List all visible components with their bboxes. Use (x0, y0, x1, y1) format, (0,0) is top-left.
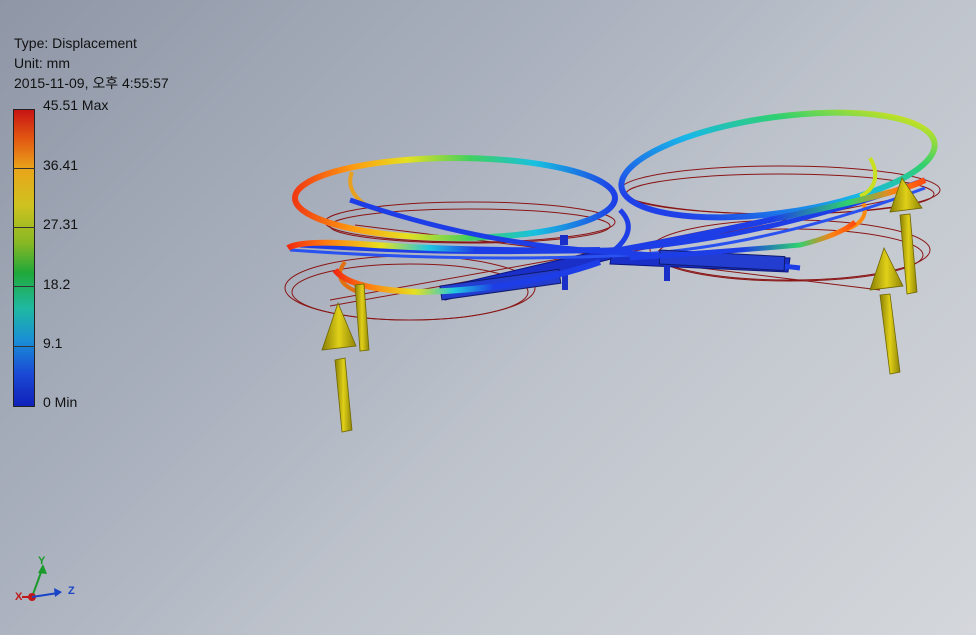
axis-triad[interactable]: X Y Z (12, 555, 82, 607)
graphics-viewport[interactable]: Type: Displacement Unit: mm 2015-11-09, … (0, 0, 976, 635)
rotor-guard-ring-back-left (292, 155, 618, 241)
axis-triad-icon (22, 564, 62, 601)
result-info: Type: Displacement Unit: mm 2015-11-09, … (14, 33, 169, 93)
legend-tick-label: 18.2 (43, 276, 71, 292)
result-unit: Unit: mm (14, 55, 70, 71)
drone-displacement-model[interactable] (0, 0, 976, 635)
result-type: Type: Displacement (14, 35, 137, 51)
legend-tick (13, 227, 35, 228)
legend-tick-label: 27.31 (43, 216, 79, 232)
load-arrow-front-right (869, 246, 904, 375)
axis-y-label: Y (38, 555, 46, 567)
rotor-guard-ring-back-right (618, 109, 938, 221)
legend-tick (13, 346, 35, 347)
displacement-color-legend (13, 109, 35, 407)
axis-x-label: X (15, 591, 23, 603)
axis-z-label: Z (68, 585, 75, 597)
load-arrow-front-left (321, 301, 357, 433)
legend-tick (13, 286, 35, 287)
legend-color-bar (13, 109, 35, 407)
legend-tick-label: 9.1 (43, 335, 63, 351)
legend-max-label: 45.51 Max (43, 97, 109, 113)
load-arrow-back-left (354, 283, 370, 352)
ring-support-struts (337, 156, 878, 294)
legend-min-label: 0 Min (43, 394, 78, 410)
legend-tick-label: 36.41 (43, 157, 79, 173)
legend-tick (13, 168, 35, 169)
result-timestamp: 2015-11-09, 오후 4:55:57 (14, 75, 169, 91)
